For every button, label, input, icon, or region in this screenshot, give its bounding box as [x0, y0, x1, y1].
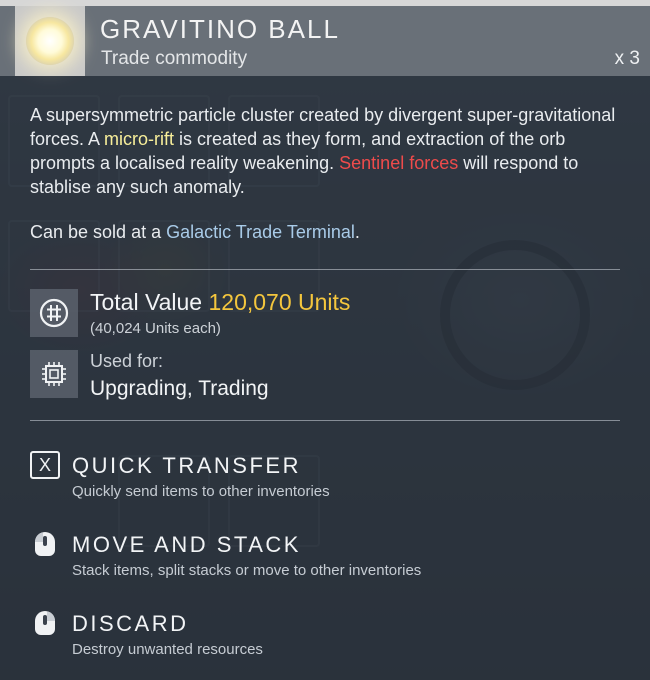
quick-transfer-action[interactable]: QUICK TRANSFER — [72, 453, 301, 479]
total-value: Total Value 120,070 Units — [90, 289, 351, 315]
move-and-stack-description: Stack items, split stacks or move to oth… — [72, 562, 422, 579]
discard-action[interactable]: DISCARD — [72, 611, 189, 637]
divider — [30, 420, 620, 421]
sale-info: Can be sold at a Galactic Trade Terminal… — [30, 222, 360, 242]
quick-transfer-description: Quickly send items to other inventories — [72, 483, 330, 500]
item-details-panel: A supersymmetric particle cluster create… — [0, 76, 650, 680]
divider — [30, 269, 620, 270]
chip-icon — [30, 350, 78, 398]
gravitino-orb-icon — [15, 6, 85, 76]
key-x-icon[interactable]: X — [30, 450, 60, 480]
total-value-amount: 120,070 Units — [208, 289, 351, 315]
item-quantity: x 3 — [614, 48, 640, 69]
unit-value: (40,024 Units each) — [90, 320, 221, 337]
used-for-label: Used for: — [90, 351, 164, 371]
discard-description: Destroy unwanted resources — [72, 641, 263, 658]
item-name: GRAVITINO BALL — [100, 14, 340, 44]
item-category: Trade commodity — [101, 48, 248, 69]
mouse-icon[interactable] — [30, 528, 60, 558]
micro-rift-highlight: micro-rift — [104, 129, 175, 149]
units-currency-icon — [30, 289, 78, 337]
item-description: A supersymmetric particle cluster create… — [30, 105, 616, 197]
used-for-value: Upgrading, Trading — [90, 377, 269, 400]
sentinel-highlight: Sentinel forces — [339, 153, 459, 173]
trade-terminal-highlight: Galactic Trade Terminal — [166, 222, 355, 242]
mouse-icon[interactable] — [30, 607, 60, 637]
item-header: GRAVITINO BALL Trade commodity x 3 — [0, 6, 650, 76]
move-and-stack-action[interactable]: MOVE AND STACK — [72, 532, 301, 558]
